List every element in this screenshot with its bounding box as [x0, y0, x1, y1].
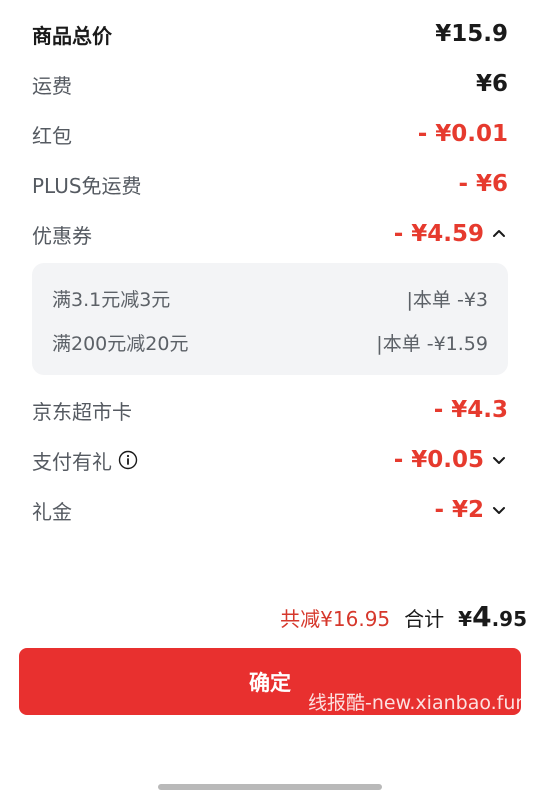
row-red-packet[interactable]: 红包 - ¥0.01	[32, 114, 508, 154]
row-pay-gift[interactable]: 支付有礼 - ¥0.05	[32, 440, 508, 480]
pay-gift-amount-wrap: - ¥0.05	[394, 447, 508, 473]
chevron-down-icon[interactable]	[490, 451, 508, 469]
row-plus-free-shipping: PLUS免运费 - ¥6	[32, 164, 508, 204]
total-saved: 共减¥16.95	[280, 607, 391, 631]
plus-free-shipping-label: PLUS免运费	[32, 173, 142, 198]
chevron-down-icon[interactable]	[490, 501, 508, 519]
confirm-button-label: 确定	[249, 670, 291, 695]
shipping-label: 运费	[32, 73, 72, 98]
plus-free-shipping-amount: - ¥6	[458, 171, 508, 197]
shipping-amount: ¥6	[475, 71, 508, 97]
coupon-label: 优惠券	[32, 223, 92, 248]
coupon-deduct: |本单 -¥1.59	[376, 332, 488, 355]
coupon-amount-wrap: - ¥4.59	[394, 221, 508, 247]
row-gift-money[interactable]: 礼金 - ¥2	[32, 490, 508, 530]
row-jd-supermarket-card[interactable]: 京东超市卡 - ¥4.3	[32, 390, 508, 430]
home-indicator[interactable]	[158, 784, 382, 790]
total-decimal: .95	[491, 607, 527, 631]
gift-money-amount-wrap: - ¥2	[434, 497, 508, 523]
chevron-up-icon[interactable]	[490, 225, 508, 243]
coupon-item: 满3.1元减3元 |本单 -¥3	[52, 280, 488, 316]
pay-gift-amount: - ¥0.05	[393, 447, 484, 473]
info-icon[interactable]	[118, 450, 138, 470]
total-label: 合计	[404, 607, 445, 631]
red-packet-amount: - ¥0.01	[417, 121, 508, 147]
supermarket-card-amount: - ¥4.3	[433, 397, 508, 423]
row-shipping: 运费 ¥6	[32, 64, 508, 104]
pay-gift-label: 支付有礼	[32, 449, 112, 474]
total-amount: ¥4.95	[458, 600, 527, 633]
supermarket-card-label: 京东超市卡	[32, 399, 132, 424]
watermark-text: 线报酷-new.xianbao.fun	[308, 692, 528, 714]
coupon-rule: 满200元减20元	[52, 332, 189, 355]
red-packet-label: 红包	[32, 123, 72, 148]
goods-total-label: 商品总价	[32, 23, 112, 48]
coupon-item: 满200元减20元 |本单 -¥1.59	[52, 324, 488, 360]
coupon-detail-panel: 满3.1元减3元 |本单 -¥3 满200元减20元 |本单 -¥1.59	[32, 263, 508, 375]
total-currency: ¥	[458, 607, 473, 631]
coupon-rule: 满3.1元减3元	[52, 288, 171, 311]
row-coupon[interactable]: 优惠券 - ¥4.59	[32, 214, 508, 254]
order-summary: 共减¥16.95 合计 ¥4.95	[280, 600, 527, 636]
coupon-deduct: |本单 -¥3	[406, 288, 488, 311]
pay-gift-label-wrap: 支付有礼	[32, 446, 138, 475]
goods-total-amount: ¥15.9	[435, 21, 508, 47]
row-goods-total: 商品总价 ¥15.9	[32, 14, 508, 54]
gift-money-label: 礼金	[32, 499, 72, 524]
coupon-amount: - ¥4.59	[393, 221, 484, 247]
gift-money-amount: - ¥2	[434, 497, 484, 523]
total-integer: 4	[472, 600, 492, 633]
